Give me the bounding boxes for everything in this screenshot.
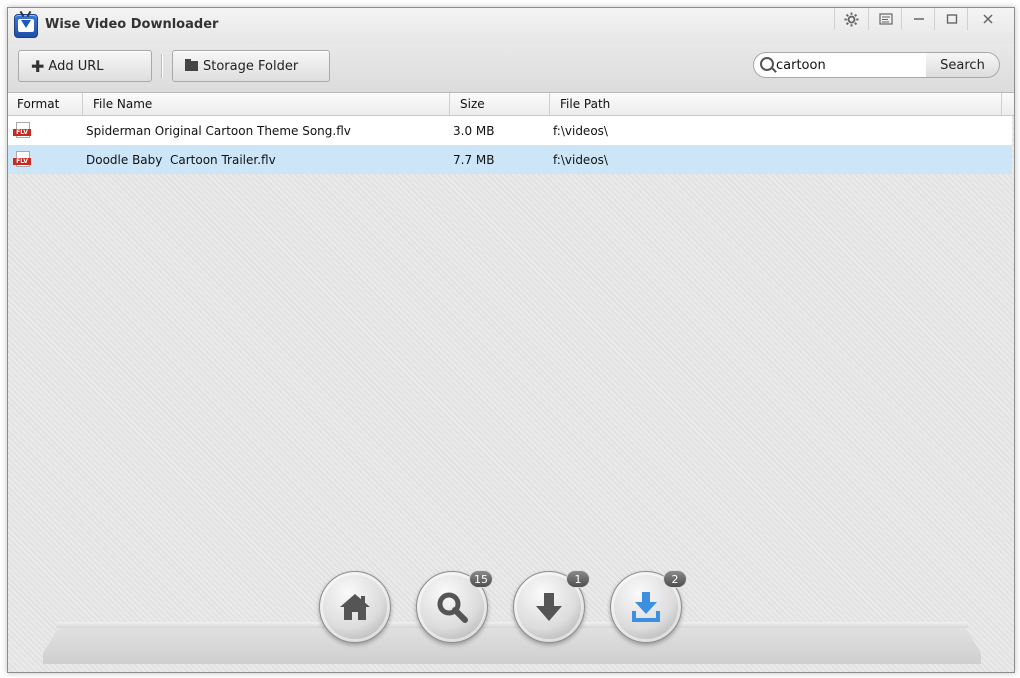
flv-file-icon: FLV bbox=[13, 122, 31, 138]
table-row[interactable]: FLV Spiderman Original Cartoon Theme Son… bbox=[8, 116, 1012, 145]
table-row[interactable]: FLV Doodle Baby Cartoon Trailer.flv 7.7 … bbox=[8, 145, 1012, 174]
downloaded-nav-button[interactable]: 2 bbox=[610, 570, 687, 643]
add-url-label: Add URL bbox=[48, 58, 104, 74]
file-path-cell: f:\videos\ bbox=[553, 152, 608, 167]
search-input[interactable] bbox=[776, 56, 921, 74]
storage-folder-button[interactable]: Storage Folder bbox=[172, 50, 330, 82]
file-name-cell: Doodle Baby Cartoon Trailer.flv bbox=[86, 152, 276, 167]
file-name-cell: Spiderman Original Cartoon Theme Song.fl… bbox=[86, 123, 351, 138]
search-button[interactable]: Search bbox=[926, 52, 1000, 78]
size-cell: 7.7 MB bbox=[453, 152, 495, 167]
magnifier-icon bbox=[437, 592, 468, 623]
storage-folder-label: Storage Folder bbox=[203, 58, 299, 74]
column-header-size[interactable]: Size bbox=[450, 93, 550, 115]
nav-shelf-edge bbox=[56, 622, 968, 628]
toolbar-divider bbox=[161, 54, 162, 78]
app-window: Wise Video Downloader ✚ Add URL Storage … bbox=[7, 7, 1015, 673]
home-icon bbox=[340, 594, 370, 620]
tv-download-app-icon bbox=[14, 10, 38, 38]
table-header: Format File Name Size File Path bbox=[8, 93, 1014, 116]
menu-button[interactable] bbox=[868, 8, 902, 30]
downloaded-tray-icon bbox=[632, 592, 660, 622]
file-path-cell: f:\videos\ bbox=[553, 123, 608, 138]
download-arrow-icon bbox=[536, 593, 562, 621]
maximize-button[interactable] bbox=[934, 8, 968, 30]
title-bar: Wise Video Downloader bbox=[8, 8, 1014, 44]
maximize-icon bbox=[946, 14, 957, 24]
toolbar: ✚ Add URL Storage Folder Search bbox=[8, 44, 1014, 93]
gear-icon bbox=[844, 11, 859, 27]
close-icon bbox=[983, 14, 993, 24]
plus-icon: ✚ bbox=[31, 56, 45, 76]
results-list: FLV Spiderman Original Cartoon Theme Son… bbox=[8, 116, 1014, 672]
search-icon bbox=[760, 57, 774, 71]
downloading-nav-button[interactable]: 1 bbox=[513, 570, 590, 643]
settings-button[interactable] bbox=[834, 8, 868, 30]
window-title: Wise Video Downloader bbox=[45, 17, 219, 32]
column-header-file-path[interactable]: File Path bbox=[550, 93, 1002, 115]
add-url-button[interactable]: ✚ Add URL bbox=[18, 50, 152, 82]
flv-file-icon: FLV bbox=[13, 151, 31, 167]
column-header-format[interactable]: Format bbox=[8, 93, 83, 115]
search-bar: Search bbox=[753, 52, 1001, 78]
minimize-icon bbox=[913, 18, 924, 20]
close-button[interactable] bbox=[967, 8, 1008, 30]
downloaded-count-badge: 2 bbox=[663, 570, 687, 588]
search-count-badge: 15 bbox=[469, 570, 493, 588]
menu-icon bbox=[878, 13, 893, 25]
search-field[interactable] bbox=[753, 52, 927, 78]
downloading-count-badge: 1 bbox=[566, 570, 590, 588]
nav-shelf bbox=[43, 622, 981, 664]
column-header-file-name[interactable]: File Name bbox=[83, 93, 450, 115]
home-nav-button[interactable] bbox=[319, 571, 391, 643]
size-cell: 3.0 MB bbox=[453, 123, 495, 138]
folder-icon bbox=[185, 59, 198, 71]
search-nav-button[interactable]: 15 bbox=[416, 570, 493, 643]
minimize-button[interactable] bbox=[901, 8, 935, 30]
